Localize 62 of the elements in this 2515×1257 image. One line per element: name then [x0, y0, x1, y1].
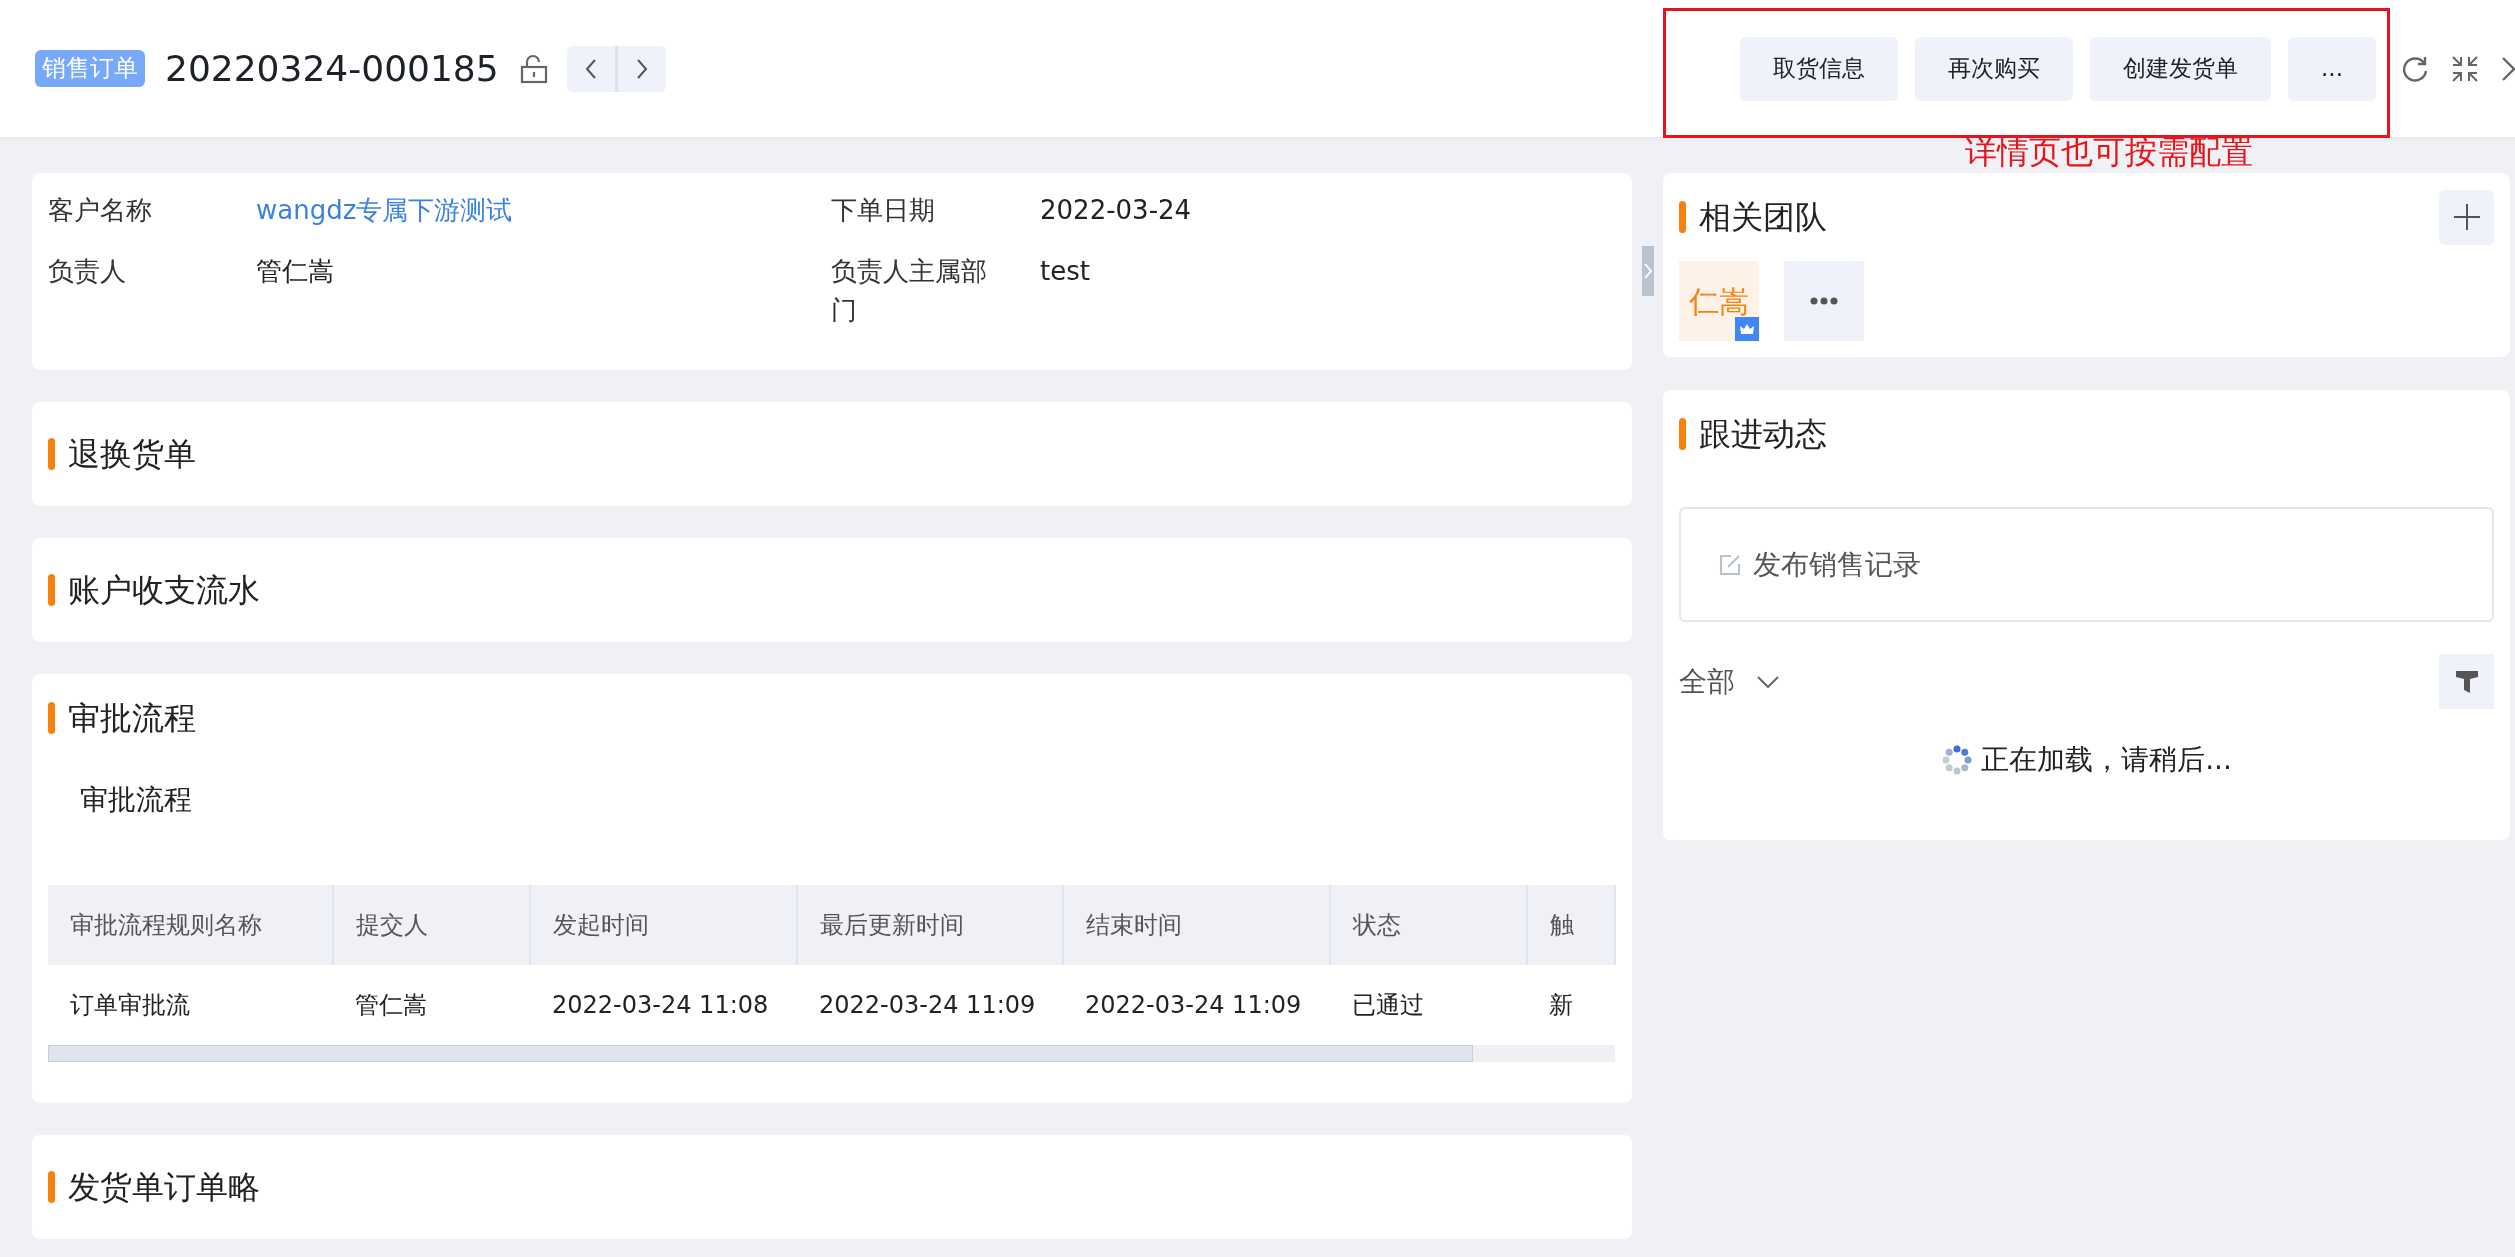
table-cell: 2022-03-24 11:09: [797, 965, 1063, 1045]
chevron-left-icon: [583, 57, 598, 80]
accent-bar: [48, 702, 55, 734]
compose-record-field[interactable]: 发布销售记录: [1679, 507, 2494, 622]
section-title: 相关团队: [1699, 197, 1827, 238]
chevron-right-icon: [1644, 263, 1652, 279]
chevron-down-icon: [1757, 675, 1779, 688]
subsection-title: 审批流程: [79, 782, 193, 818]
column-header: 提交人: [333, 885, 530, 965]
filter-dropdown[interactable]: 全部: [1679, 660, 1779, 703]
filter-button[interactable]: [2439, 654, 2494, 709]
filter-icon: [2453, 668, 2480, 695]
action-button[interactable]: 创建发货单: [2090, 36, 2272, 101]
close-icon[interactable]: [2501, 55, 2515, 82]
field-value: 管仁嵩: [256, 255, 334, 288]
action-button[interactable]: 取货信息: [1740, 36, 1899, 101]
refresh-icon[interactable]: [2401, 54, 2429, 83]
member-name: 仁嵩: [1689, 282, 1749, 321]
customer-link[interactable]: wangdz专属下游测试: [256, 191, 513, 230]
table-cell: 已通过: [1330, 965, 1527, 1045]
field-value: 2022-03-24: [1040, 194, 1192, 227]
accent-bar: [1679, 418, 1686, 450]
column-header: 触: [1527, 885, 1615, 965]
table-cell: 管仁嵩: [333, 965, 530, 1045]
record-type-badge: 销售订单: [35, 49, 145, 88]
add-member-button[interactable]: [2439, 189, 2494, 245]
plus-icon: [2451, 202, 2482, 232]
loading-message: 正在加载，请稍后...: [1981, 742, 2232, 778]
column-header: 审批流程规则名称: [48, 885, 333, 965]
compose-label: 发布销售记录: [1753, 546, 1921, 583]
field-label: 下单日期: [831, 194, 936, 227]
section-title: 跟进动态: [1699, 414, 1827, 455]
accent-bar: [1679, 201, 1686, 233]
action-button[interactable]: 再次购买: [1915, 36, 2074, 101]
loading-spinner-icon: [1941, 744, 1974, 776]
column-header: 状态: [1330, 885, 1527, 965]
action-button[interactable]: ...: [2288, 36, 2376, 101]
table-cell: 订单审批流: [48, 965, 333, 1045]
collapse-icon[interactable]: [2451, 54, 2479, 83]
column-header: 发起时间: [530, 885, 797, 965]
section-title: 审批流程: [68, 698, 196, 739]
sidebar-toggle[interactable]: [1642, 246, 1654, 296]
accent-bar: [48, 438, 55, 470]
field-label: 客户名称: [48, 194, 153, 227]
ellipsis-icon: [1810, 297, 1838, 305]
field-label: 负责人主属部门: [831, 255, 988, 327]
order-number: 20220324-000185: [165, 46, 499, 91]
column-header: 结束时间: [1063, 885, 1330, 965]
padlock-icon[interactable]: [518, 53, 549, 84]
table-cell: 2022-03-24 11:08: [530, 965, 797, 1045]
accent-bar: [48, 1171, 55, 1203]
chevron-right-icon: [634, 57, 649, 80]
table-cell: 2022-03-24 11:09: [1063, 965, 1330, 1045]
section-title: 退换货单: [68, 434, 196, 475]
accent-bar: [48, 574, 55, 606]
edit-icon: [1719, 553, 1741, 576]
column-header: 最后更新时间: [797, 885, 1063, 965]
field-value: test: [1040, 255, 1090, 288]
section-title: 账户收支流水: [68, 570, 260, 611]
table-cell: 新: [1527, 965, 1615, 1045]
field-label: 负责人: [48, 255, 127, 288]
section-title: 发货单订单略: [68, 1167, 260, 1208]
